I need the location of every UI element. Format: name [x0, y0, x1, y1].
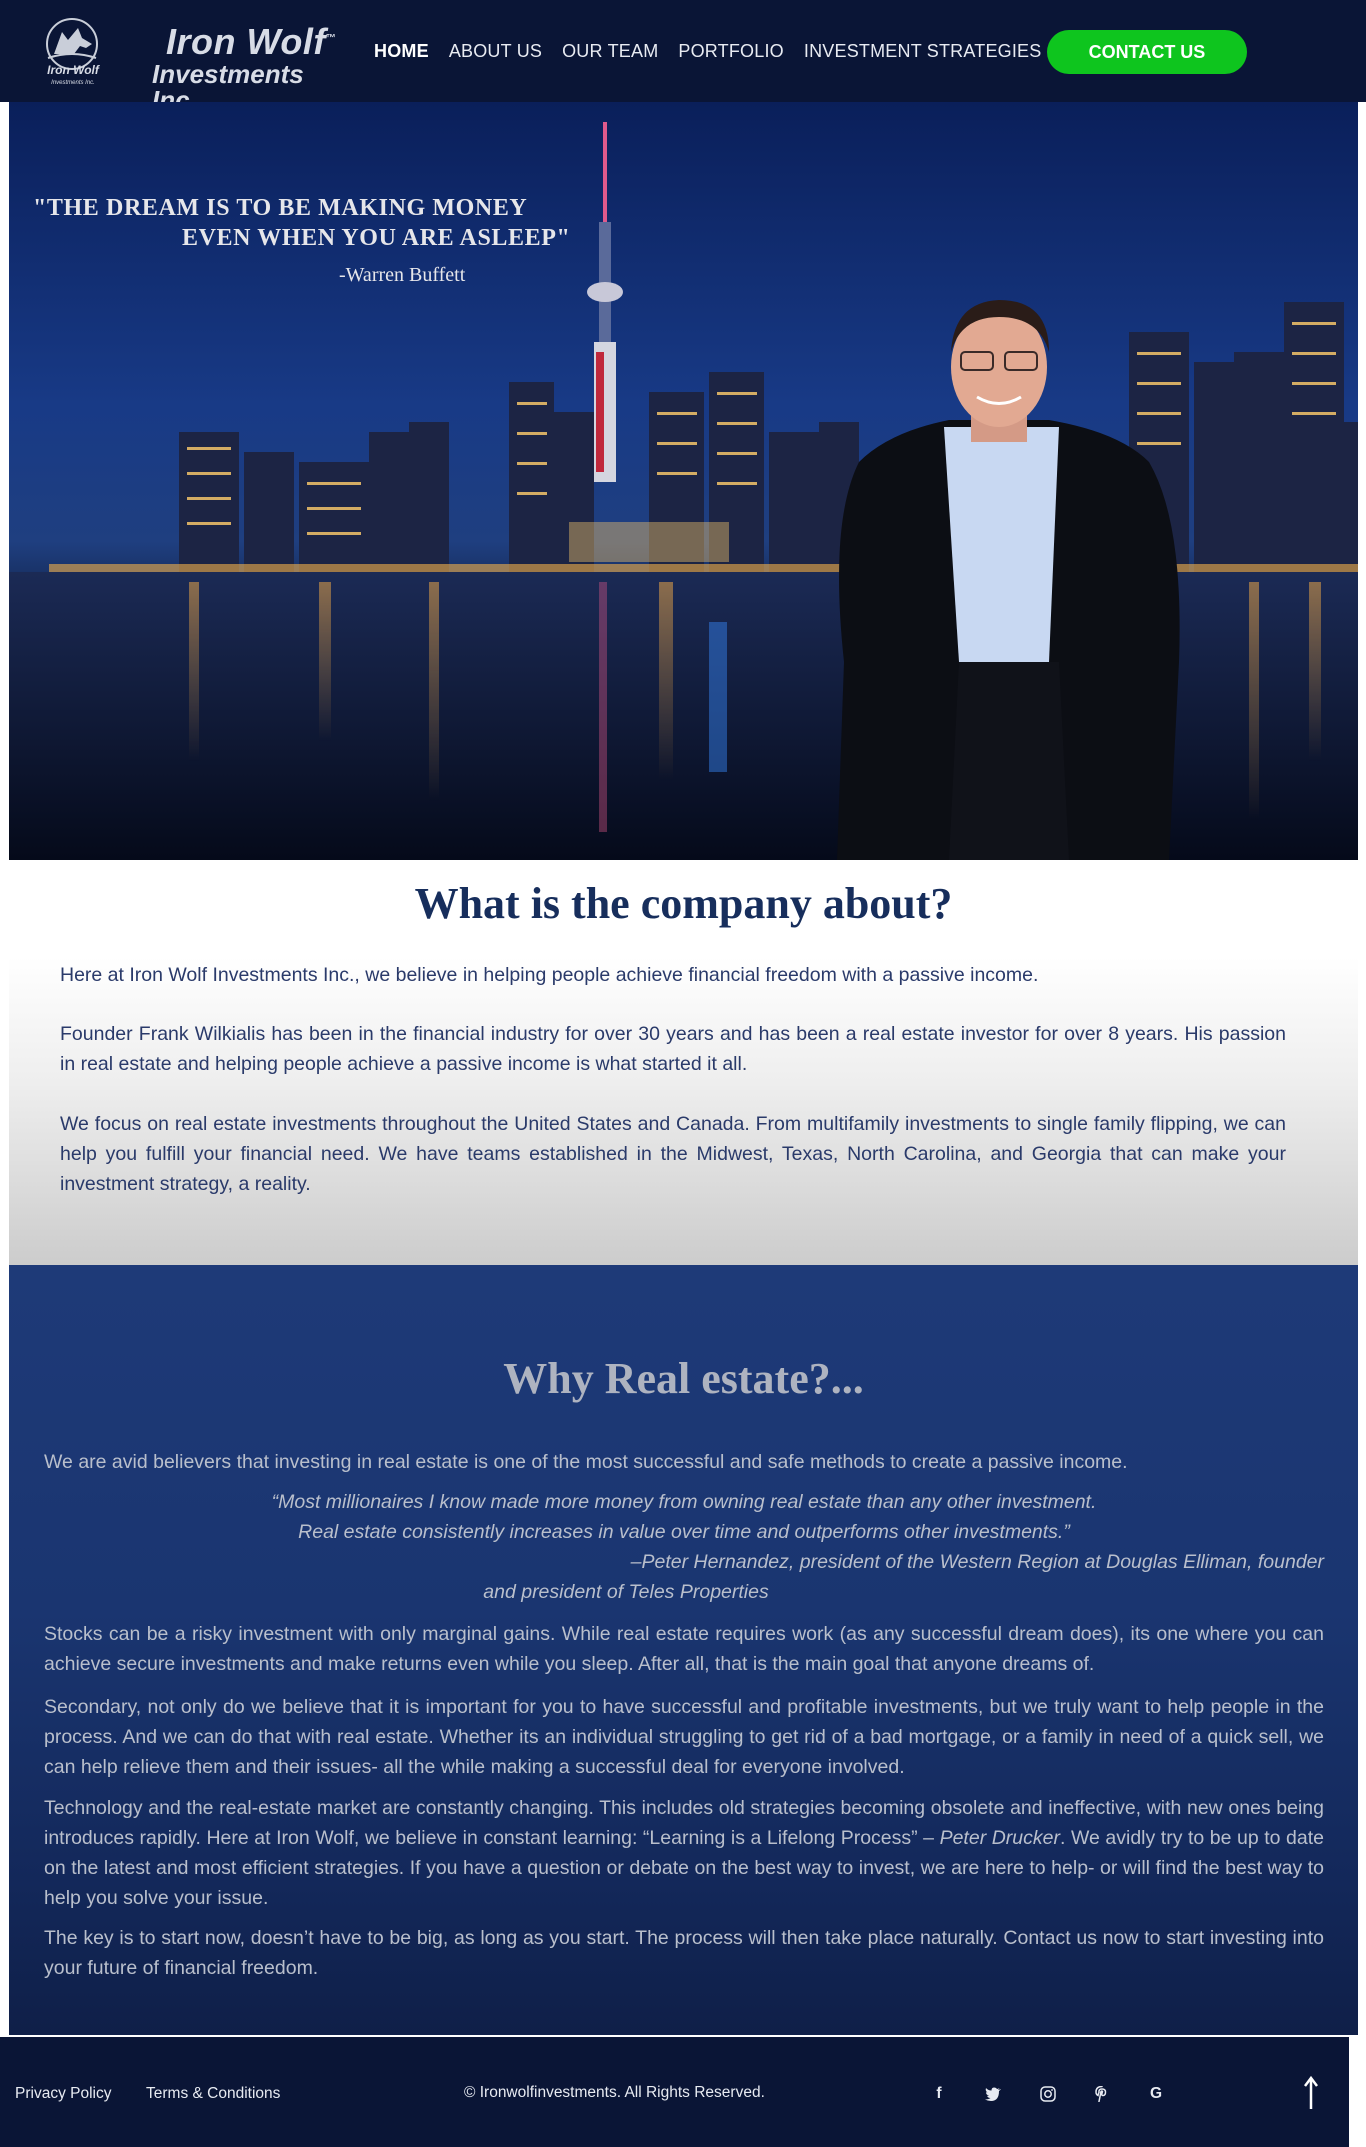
about-paragraph-2: Founder Frank Wilkialis has been in the … — [60, 1023, 1286, 1075]
contact-us-button[interactable]: CONTACT US — [1047, 30, 1247, 74]
why-intro: We are avid believers that investing in … — [44, 1451, 1128, 1473]
facebook-icon[interactable]: f — [924, 2079, 954, 2109]
pinterest-icon[interactable] — [1087, 2079, 1117, 2109]
logo-emblem-sub: Investments Inc. — [51, 80, 95, 86]
why-quote-attribution1: –Peter Hernandez, president of the Weste… — [630, 1551, 1324, 1573]
terms-conditions-link[interactable]: Terms & Conditions — [146, 2085, 280, 2103]
why-quote-line2: Real estate consistently increases in va… — [298, 1521, 1070, 1543]
logo-wordmark[interactable]: Iron Wolf™ Investments Inc. — [152, 20, 352, 114]
nav-home[interactable]: HOME — [374, 41, 429, 62]
why-paragraph-2: Secondary, not only do we believe that i… — [44, 1696, 1324, 1778]
hero-quote-line2: EVEN WHEN YOU ARE ASLEEP" — [182, 225, 571, 251]
site-footer: Privacy Policy Terms & Conditions © Iron… — [0, 2037, 1349, 2147]
why-paragraph-3: Technology and the real-estate market ar… — [44, 1793, 1324, 1913]
scroll-to-top-arrow-icon[interactable] — [1296, 2073, 1326, 2113]
twitter-icon[interactable] — [978, 2079, 1008, 2109]
nav-portfolio[interactable]: PORTFOLIO — [678, 41, 784, 62]
why-title: Why Real estate?... — [503, 1354, 864, 1403]
main-nav: HOME ABOUT US OUR TEAM PORTFOLIO INVESTM… — [374, 0, 1061, 102]
why-quote-line1: “Most millionaires I know made more mone… — [271, 1491, 1097, 1513]
why-real-estate-section: Why Real estate?... We are avid believer… — [9, 1265, 1358, 2035]
nav-investment-strategies[interactable]: INVESTMENT STRATEGIES — [804, 41, 1042, 62]
about-section: What is the company about? Here at Iron … — [9, 860, 1358, 1265]
logo-emblem-text: Iron Wolf — [47, 63, 100, 77]
nav-about-us[interactable]: ABOUT US — [449, 41, 542, 62]
logo-trademark: ™ — [325, 33, 337, 44]
instagram-icon[interactable] — [1033, 2079, 1063, 2109]
copyright-text: © Ironwolfinvestments. All Rights Reserv… — [464, 2084, 765, 2101]
why-paragraph-4: The key is to start now, doesn’t have to… — [44, 1927, 1324, 1979]
about-paragraph-3: We focus on real estate investments thro… — [60, 1113, 1286, 1195]
hero-banner: "THE DREAM IS TO BE MAKING MONEY EVEN WH… — [9, 102, 1358, 860]
why-paragraph-1: Stocks can be a risky investment with on… — [44, 1623, 1324, 1675]
why-paragraph-3-author: Peter Drucker — [939, 1827, 1060, 1849]
hero-quote-author: -Warren Buffett — [339, 264, 466, 286]
logo-name: Iron Wolf — [166, 21, 326, 62]
hero-quote-line1: "THE DREAM IS TO BE MAKING MONEY — [33, 195, 528, 221]
about-paragraph-1: Here at Iron Wolf Investments Inc., we b… — [60, 964, 1039, 986]
why-quote-attribution2: and president of Teles Properties — [483, 1581, 769, 1603]
about-title: What is the company about? — [414, 879, 953, 928]
site-header: Iron Wolf Investments Inc. Iron Wolf™ In… — [0, 0, 1366, 113]
nav-our-team[interactable]: OUR TEAM — [562, 41, 658, 62]
founder-photo — [837, 300, 1180, 860]
google-plus-icon[interactable]: G — [1141, 2079, 1171, 2109]
privacy-policy-link[interactable]: Privacy Policy — [15, 2085, 111, 2103]
wolf-logo-icon[interactable]: Iron Wolf Investments Inc. — [34, 14, 112, 88]
